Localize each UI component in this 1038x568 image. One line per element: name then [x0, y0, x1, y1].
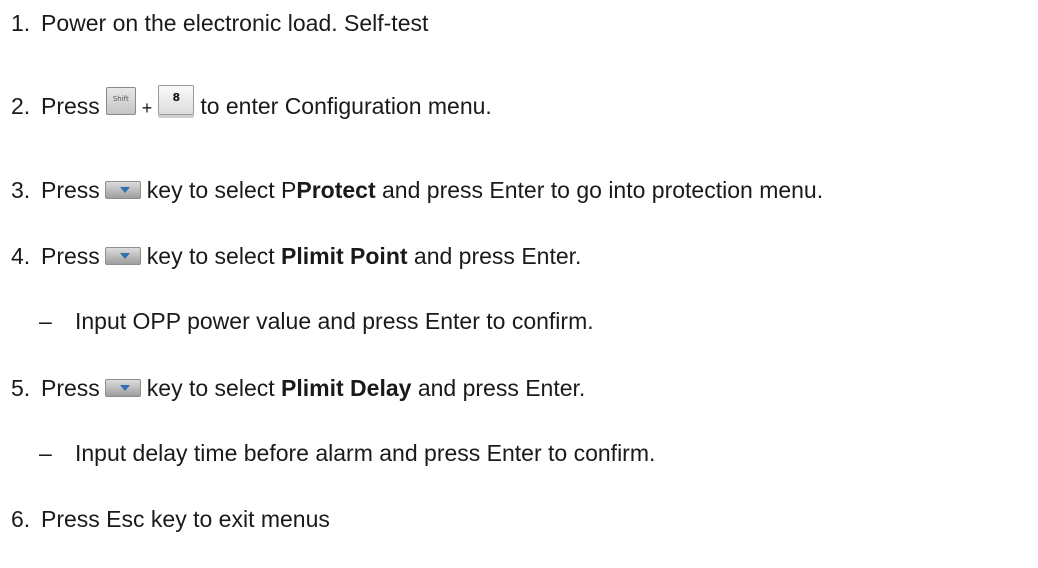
- step-3: 3. Press key to select P Protect and pres…: [11, 175, 823, 205]
- step-text-post: and press Enter.: [413, 243, 582, 269]
- eight-key-icon: 8: [158, 85, 195, 115]
- substep-text: Input OPP power value and press Enter to…: [75, 308, 594, 334]
- step-6: 6. Press Esc key to exit menus: [11, 504, 330, 534]
- step-text: Power on the electronic load. Self-test: [41, 10, 429, 36]
- step-number: 1.: [11, 10, 31, 36]
- down-arrow-key-icon: [104, 247, 141, 265]
- plus-sign: +: [141, 98, 153, 118]
- step-4: 4. Press key to select Plimit Point and …: [11, 241, 581, 271]
- menu-item-plimit-delay: Plimit Delay: [281, 375, 412, 401]
- step-1: 1. Power on the electronic load. Self-te…: [11, 8, 428, 38]
- down-arrow-key-icon: [104, 379, 141, 397]
- step-number: 2.: [11, 93, 31, 119]
- substep-text: Input delay time before alarm and press …: [75, 440, 656, 466]
- menu-item-plimit-point: Plimit Point: [281, 243, 408, 269]
- step-text-mid: key to select: [146, 243, 275, 269]
- step-text-press: Press: [41, 93, 100, 119]
- dash-bullet: –: [39, 308, 52, 334]
- step-number: 4.: [11, 243, 31, 269]
- step-4-substep: – Input OPP power value and press Enter …: [35, 306, 594, 336]
- step-2: 2. Press Shift + 8 to enter Configuratio…: [11, 85, 492, 121]
- dash-bullet: –: [39, 440, 52, 466]
- step-number: 5.: [11, 375, 31, 401]
- step-5: 5. Press key to select Plimit Delay and …: [11, 373, 585, 403]
- step-text-press: Press: [41, 375, 100, 401]
- step-text-post: and press Enter.: [417, 375, 586, 401]
- step-text-press: Press: [41, 177, 100, 203]
- step-text-press: Press: [41, 243, 100, 269]
- step-text-mid: key to select: [146, 375, 275, 401]
- step-text-post: to enter Configuration menu.: [200, 93, 492, 119]
- step-number: 3.: [11, 177, 31, 203]
- step-5-substep: – Input delay time before alarm and pres…: [35, 438, 655, 468]
- step-text: Press Esc key to exit menus: [41, 506, 330, 532]
- shift-key-icon: Shift: [105, 87, 136, 115]
- step-text-post: and press Enter to go into protection me…: [382, 177, 824, 203]
- step-text-mid: key to select P: [146, 177, 297, 203]
- step-number: 6.: [11, 506, 31, 532]
- down-arrow-key-icon: [104, 181, 141, 199]
- menu-item-protect: Protect: [296, 177, 376, 203]
